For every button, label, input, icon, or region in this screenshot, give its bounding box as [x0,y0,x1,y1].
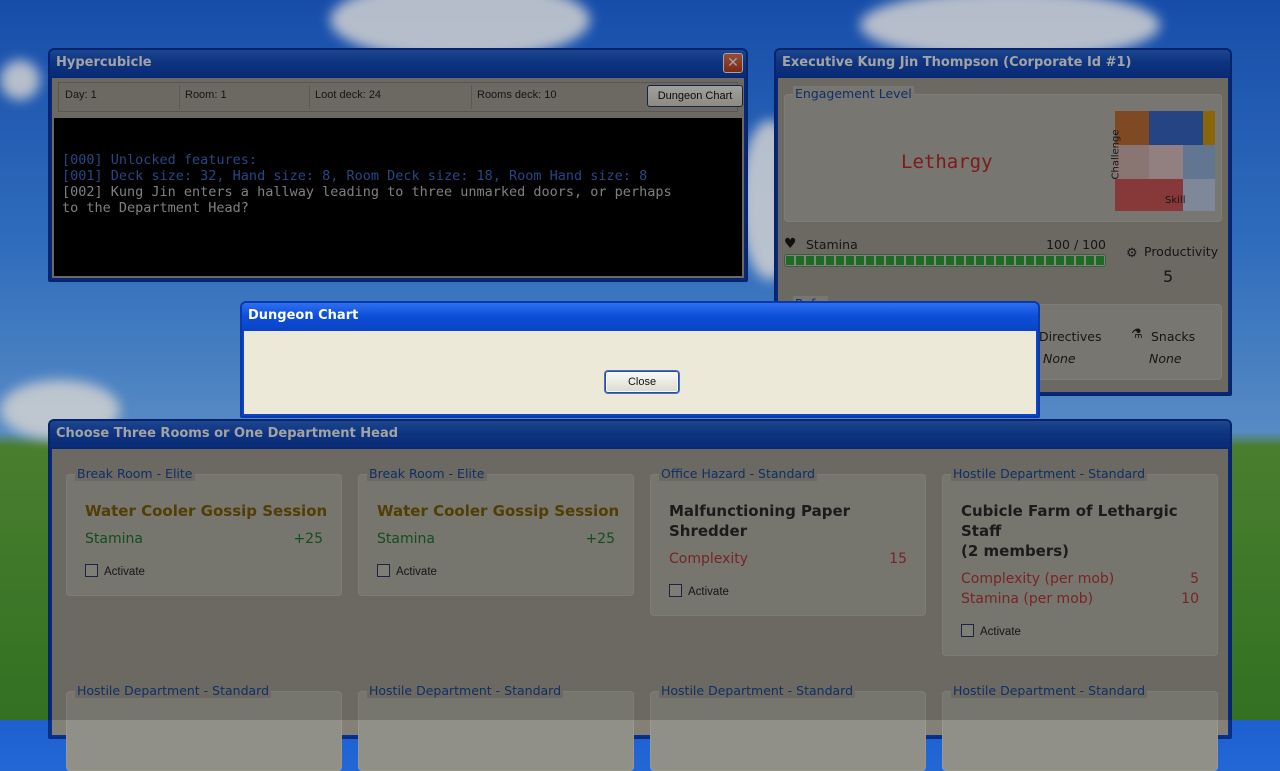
room-card: Hostile Department - Standard [942,683,1218,771]
activate-checkbox[interactable]: Activate [377,564,437,578]
room-card: Hostile Department - Standard [66,683,342,771]
room-stat: Stamina +25 [377,531,615,547]
engagement-legend: Engagement Level [793,86,914,101]
rooms-deck-counter: Rooms deck: 10 [477,89,557,101]
window-title: Hypercubicle [50,50,746,76]
room-category: Break Room - Elite [75,466,195,481]
close-button[interactable]: Close [605,371,679,393]
room-card: Break Room - Elite Water Cooler Gossip S… [358,466,634,596]
engagement-value: Lethargy [901,151,993,173]
room-card: Office Hazard - Standard Malfunctioning … [650,466,926,616]
stat-label: Stamina [85,531,143,547]
room-category: Office Hazard - Standard [659,466,817,481]
room-title: Water Cooler Gossip Session [85,502,328,520]
stat-value: +25 [293,531,323,547]
rooms-window: Choose Three Rooms or One Department Hea… [48,419,1232,771]
wallpaper-cloud [0,60,40,100]
stat-value: 10 [1181,591,1199,607]
room-title-line: Staff [961,522,1002,540]
directives-label: Directives [1039,329,1102,344]
snacks-value: None [1149,351,1182,366]
room-title-line: (2 members) [961,542,1070,560]
close-icon[interactable]: ✕ [723,53,743,73]
stamina-label: Stamina [806,237,858,252]
room-category: Hostile Department - Standard [75,683,272,698]
window-title: Executive Kung Jin Thompson (Corporate I… [776,50,1230,76]
productivity-value: 5 [1163,267,1174,286]
activate-label: Activate [688,586,729,598]
log-line: [002] Kung Jin enters a hallway leading … [62,184,672,200]
room-stat: Stamina +25 [85,531,323,547]
day-counter: Day: 1 [65,89,97,101]
stat-label: Stamina [377,531,435,547]
flow-matrix: Challenge Skill [1111,111,1215,211]
hypercubicle-window: Hypercubicle ✕ Day: 1 Room: 1 Loot deck:… [48,48,748,282]
loot-deck-counter: Loot deck: 24 [315,89,382,101]
stamina-value: 100 / 100 [1046,237,1106,252]
dungeon-chart-dialog: Dungeon Chart Close [240,301,1040,418]
room-stat: Complexity (per mob) 5 [961,571,1199,587]
activate-label: Activate [104,566,145,578]
activate-label: Activate [396,566,437,578]
activate-checkbox[interactable]: Activate [85,564,145,578]
room-category: Hostile Department - Standard [367,683,564,698]
directives-value: None [1043,351,1076,366]
room-title-line: Malfunctioning Paper [669,502,851,520]
room-stat: Complexity 15 [669,551,907,567]
matrix-y-label: Challenge [1110,129,1122,180]
stat-label: Stamina (per mob) [961,591,1094,607]
log-line: [000] Unlocked features: [62,152,258,168]
productivity-label: Productivity [1144,244,1219,259]
room-counter: Room: 1 [185,89,227,101]
stat-label: Complexity [669,551,749,567]
log-console: [000] Unlocked features: [001] Deck size… [54,118,742,276]
room-title-line: Cubicle Farm of Lethargic [961,502,1178,520]
room-stat: Stamina (per mob) 10 [961,591,1199,607]
dungeon-chart-button[interactable]: Dungeon Chart [647,85,743,107]
flask-icon: ⚗ [1131,327,1143,342]
dialog-title: Dungeon Chart [242,303,1038,329]
snacks-label: Snacks [1151,329,1196,344]
activate-checkbox[interactable]: Activate [669,584,729,598]
log-line: [001] Deck size: 32, Hand size: 8, Room … [62,168,648,184]
stat-value: 5 [1190,571,1199,587]
window-title: Choose Three Rooms or One Department Hea… [50,421,1230,447]
room-card: Hostile Department - Standard [358,683,634,771]
activate-checkbox[interactable]: Activate [961,624,1021,638]
matrix-x-label: Skill [1165,195,1186,206]
stat-label: Complexity (per mob) [961,571,1115,587]
stamina-bar [784,254,1106,267]
heart-icon: ♥ [784,236,797,252]
room-card: Hostile Department - Standard Cubicle Fa… [942,466,1218,656]
productivity-icon: ⚙ [1126,246,1138,261]
room-category: Hostile Department - Standard [951,466,1148,481]
log-line: to the Department Head? [62,200,249,216]
engagement-panel: Engagement Level Lethargy Challenge Skil… [784,86,1222,222]
room-category: Break Room - Elite [367,466,487,481]
stat-value: +25 [585,531,615,547]
room-category: Hostile Department - Standard [951,683,1148,698]
room-title: Water Cooler Gossip Session [377,502,620,520]
room-category: Hostile Department - Standard [659,683,856,698]
room-card: Hostile Department - Standard [650,683,926,771]
room-title-line: Shredder [669,522,748,540]
activate-label: Activate [980,626,1021,638]
status-bar: Day: 1 Room: 1 Loot deck: 24 Rooms deck:… [58,82,743,112]
stat-value: 15 [889,551,907,567]
room-card: Break Room - Elite Water Cooler Gossip S… [66,466,342,596]
